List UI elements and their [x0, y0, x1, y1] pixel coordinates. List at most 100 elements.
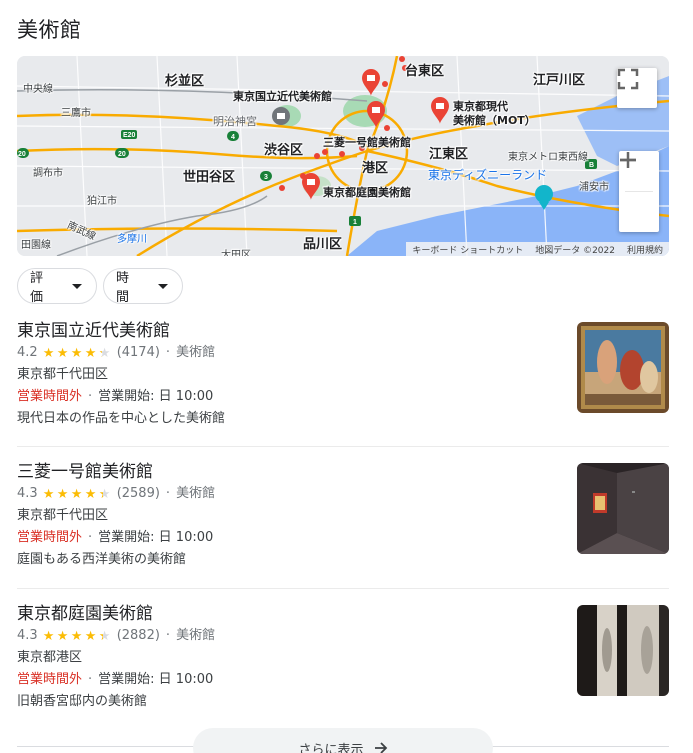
star-icon: ★ — [99, 488, 113, 501]
star-icon: ★ — [71, 347, 85, 360]
result-thumbnail[interactable] — [577, 605, 669, 696]
map-label-minato: 港区 — [362, 161, 389, 176]
minus-icon — [620, 158, 636, 162]
map[interactable]: E20 4 20 20 3 1 B 中央線 杉並区 三鷹市 台東区 江戸川区 東… — [17, 56, 669, 256]
fullscreen-button[interactable] — [617, 68, 657, 108]
result-thumbnail[interactable] — [577, 463, 669, 554]
keyboard-shortcuts-link[interactable]: キーボード ショートカット — [412, 243, 523, 256]
separator-dot: · — [165, 628, 171, 643]
separator-dot: · — [88, 389, 93, 404]
star-icon: ★ — [85, 488, 99, 501]
star-icon: ★ — [85, 347, 99, 360]
divider — [17, 446, 669, 447]
map-label-koto: 江東区 — [429, 147, 469, 162]
star-icon: ★ — [57, 347, 71, 360]
result-description: 庭園もある西洋美術の美術館 — [17, 552, 187, 567]
star-icon: ★ — [43, 630, 57, 643]
separator-dot: · — [165, 486, 171, 501]
review-count[interactable]: (4174) — [117, 342, 160, 364]
star-icon: ★ — [71, 488, 85, 501]
svg-text:20: 20 — [118, 151, 126, 158]
review-count[interactable]: (2882) — [117, 625, 160, 647]
hours-line: 営業時間外 · 営業開始: 日 10:00 — [17, 669, 669, 691]
divider — [17, 588, 669, 589]
star-rating: ★ ★ ★ ★ ★ — [43, 630, 113, 643]
map-label-urayasu: 浦安市 — [579, 182, 609, 193]
separator-dot: · — [165, 345, 171, 360]
result-item[interactable]: 三菱一号館美術館 4.3 ★ ★ ★ ★ ★ (2589) · 美術館 東京都千代田区 … — [17, 461, 669, 571]
map-label-disney: 東京ディズニーランド — [428, 168, 548, 182]
result-thumbnail[interactable] — [577, 322, 669, 413]
status-closed: 営業時間外 — [17, 389, 83, 404]
opening-time: 営業開始: 日 10:00 — [98, 530, 214, 545]
hours-line: 営業時間外 · 営業開始: 日 10:00 — [17, 386, 669, 408]
svg-text:E20: E20 — [123, 132, 136, 139]
svg-text:3: 3 — [264, 174, 268, 181]
map-label-momat[interactable]: 東京国立近代美術館 — [233, 88, 332, 104]
map-label-setagaya: 世田谷区 — [183, 170, 236, 185]
rating-value: 4.3 — [17, 628, 38, 643]
star-rating: ★ ★ ★ ★ ★ — [43, 488, 113, 501]
rating-value: 4.3 — [17, 486, 38, 501]
show-more-button[interactable]: さらに表示 — [193, 728, 493, 753]
caret-down-icon — [158, 283, 168, 289]
result-item[interactable]: 東京都庭園美術館 4.3 ★ ★ ★ ★ ★ (2882) · 美術館 東京都港区 営業… — [17, 603, 669, 713]
star-icon: ★ — [85, 630, 99, 643]
result-item[interactable]: 東京国立近代美術館 4.2 ★ ★ ★ ★ ★ (4174) · 美術館 東京都千代田区… — [17, 320, 669, 430]
map-label-edogawa: 江戸川区 — [533, 73, 586, 88]
map-label-mitaka: 三鷹市 — [61, 108, 91, 119]
hours-filter-chip[interactable]: 時間 — [103, 268, 183, 305]
map-label-komae: 狛江市 — [87, 196, 117, 207]
map-label-shinagawa: 品川区 — [303, 237, 343, 252]
terms-link[interactable]: 利用規約 — [627, 243, 663, 256]
star-icon: ★ — [43, 488, 57, 501]
map-label-chuo-line: 中央線 — [23, 84, 53, 95]
result-description: 旧朝香宮邸内の美術館 — [17, 694, 148, 709]
rating-value: 4.2 — [17, 345, 38, 360]
svg-text:B: B — [589, 162, 594, 169]
result-category: 美術館 — [176, 345, 216, 360]
map-label-mot[interactable]: 東京都現代 美術館（MOT） — [453, 100, 536, 128]
painting-image — [577, 322, 669, 413]
svg-text:4: 4 — [231, 134, 235, 141]
opening-time: 営業開始: 日 10:00 — [98, 389, 214, 404]
zoom-out-button[interactable] — [619, 158, 659, 232]
review-count[interactable]: (2589) — [117, 483, 160, 505]
arrow-right-icon — [374, 742, 387, 753]
rating-filter-chip[interactable]: 評価 — [17, 268, 97, 305]
map-label-shibuya: 渋谷区 — [264, 143, 304, 158]
gallery-image — [577, 463, 669, 554]
result-name[interactable]: 東京都庭園美術館 — [17, 603, 669, 625]
hours-line: 営業時間外 · 営業開始: 日 10:00 — [17, 527, 669, 549]
result-name[interactable]: 三菱一号館美術館 — [17, 461, 669, 483]
page-title: 美術館 — [17, 18, 82, 42]
result-address: 東京都千代田区 — [17, 508, 109, 523]
separator-dot: · — [88, 672, 93, 687]
star-icon: ★ — [43, 347, 57, 360]
star-icon: ★ — [57, 488, 71, 501]
map-label-meiji: 明治神宮 — [213, 115, 257, 128]
star-icon: ★ — [71, 630, 85, 643]
result-name[interactable]: 東京国立近代美術館 — [17, 320, 669, 342]
svg-text:20: 20 — [18, 151, 26, 158]
map-label-mitsubishi[interactable]: 三菱一号館美術館 — [323, 134, 411, 150]
rating-line: 4.2 ★ ★ ★ ★ ★ (4174) · 美術館 — [17, 342, 669, 364]
interior-image — [577, 605, 669, 696]
map-data-credit: 地図データ ©2022 — [535, 245, 615, 256]
status-closed: 営業時間外 — [17, 672, 83, 687]
opening-time: 営業開始: 日 10:00 — [98, 672, 214, 687]
zoom-controls — [619, 151, 659, 232]
star-icon: ★ — [57, 630, 71, 643]
rating-filter-label: 評価 — [30, 271, 44, 305]
result-description: 現代日本の作品を中心とした美術館 — [17, 411, 226, 426]
star-icon: ★ — [99, 347, 113, 360]
map-label-tozai-line: 東京メトロ東西線 — [508, 152, 588, 163]
star-icon: ★ — [99, 630, 113, 643]
map-attribution: キーボード ショートカット 地図データ ©2022 利用規約 — [406, 242, 669, 256]
map-label-teien[interactable]: 東京都庭園美術館 — [323, 184, 411, 200]
map-label-ota: 大田区 — [221, 250, 251, 256]
result-category: 美術館 — [176, 628, 216, 643]
result-address: 東京都千代田区 — [17, 367, 109, 382]
rating-line: 4.3 ★ ★ ★ ★ ★ (2882) · 美術館 — [17, 625, 669, 647]
hours-filter-label: 時間 — [116, 271, 130, 305]
